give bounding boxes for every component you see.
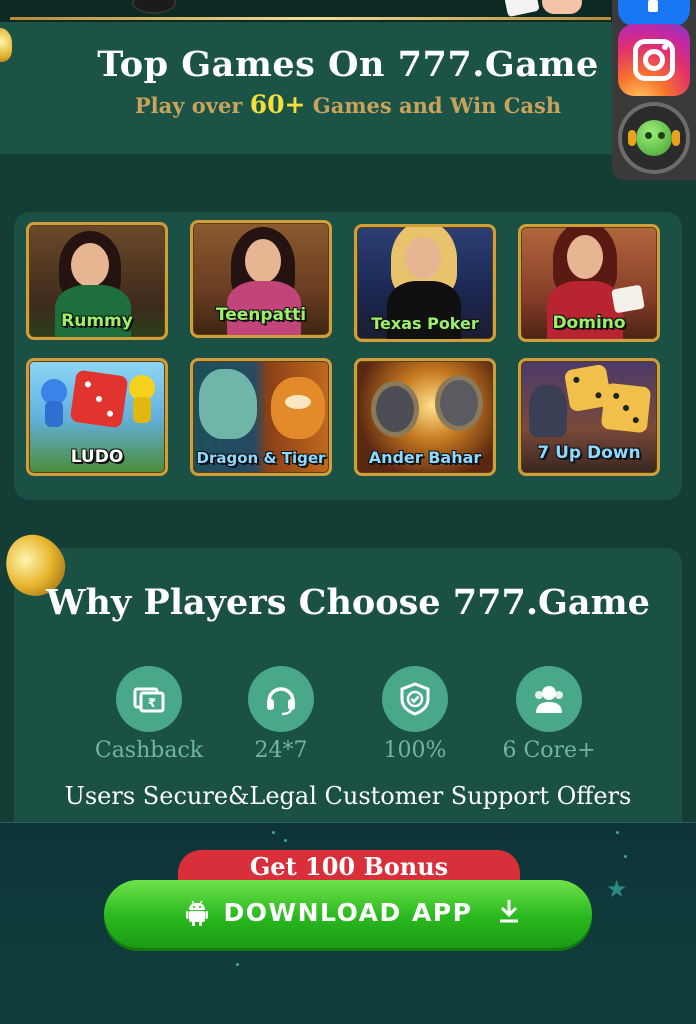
feature-label: 100%	[383, 738, 447, 763]
top-strip	[0, 0, 696, 22]
game-label: Rummy	[61, 311, 133, 331]
svg-text:₹: ₹	[148, 696, 156, 710]
gold-divider	[10, 17, 611, 20]
subtitle-highlight: 60+	[249, 90, 306, 119]
game-tile-texas-poker[interactable]: Texas Poker	[354, 224, 496, 342]
game-tile-dragon-tiger[interactable]: Dragon & Tiger	[190, 358, 332, 476]
landing-page: Top Games On 777.Game Play over 60+ Game…	[0, 0, 696, 1024]
cashback-icon: ₹	[116, 666, 182, 732]
customer-support-button[interactable]	[618, 102, 690, 174]
dragon-artwork	[199, 369, 257, 439]
shield-check-icon	[382, 666, 448, 732]
game-tile-rummy[interactable]: Rummy	[26, 222, 168, 340]
social-sidebar	[612, 0, 696, 180]
feature-label: Cashback	[94, 738, 204, 763]
feature-captions: Users Secure&Legal Customer Support Offe…	[64, 782, 632, 810]
7-up-down-artwork	[529, 385, 567, 437]
download-arrow-icon	[500, 900, 518, 923]
game-label: Dragon & Tiger	[196, 449, 326, 467]
page-title: Top Games On 777.Game	[97, 44, 599, 85]
decorative-hand-image	[542, 0, 582, 14]
game-label: Ander Bahar	[368, 448, 482, 467]
feature-support-hours: 24*7	[216, 666, 346, 776]
game-label: Texas Poker	[371, 314, 479, 333]
ander-bahar-artwork	[371, 381, 419, 437]
page-subtitle: Play over 60+ Games and Win Cash	[0, 90, 696, 119]
decorative-sparkle	[272, 831, 275, 834]
headset-icon	[248, 666, 314, 732]
game-tile-domino[interactable]: Domino	[518, 224, 660, 342]
feature-secure: 100%	[350, 666, 480, 776]
top-games-header: Top Games On 777.Game Play over 60+ Game…	[0, 22, 696, 154]
game-label: LUDO	[70, 447, 124, 467]
subtitle-text-before: Play over	[134, 93, 243, 118]
game-tile-ander-bahar[interactable]: Ander Bahar	[354, 358, 496, 476]
instagram-button[interactable]	[618, 24, 690, 96]
facebook-button[interactable]	[618, 0, 690, 26]
why-choose-title: Why Players Choose 777.Game	[46, 582, 650, 623]
download-app-button[interactable]: DOWNLOAD APP	[104, 880, 592, 948]
game-label: 7 Up Down	[537, 443, 641, 463]
game-tile-teenpatti[interactable]: Teenpatti	[190, 220, 332, 338]
game-tile-ludo[interactable]: LUDO	[26, 358, 168, 476]
decorative-star: ★	[606, 875, 628, 903]
users-icon	[516, 666, 582, 732]
feature-label: 24*7	[254, 738, 308, 763]
feature-cashback: ₹ Cashback	[84, 666, 214, 776]
game-label: Domino	[552, 313, 626, 333]
feature-offers: 6 Core+	[484, 666, 614, 776]
game-tile-7-up-down[interactable]: 7 Up Down	[518, 358, 660, 476]
game-label: Teenpatti	[215, 305, 307, 325]
feature-label: 6 Core+	[502, 738, 596, 763]
subtitle-text-after: Games and Win Cash	[312, 93, 562, 118]
